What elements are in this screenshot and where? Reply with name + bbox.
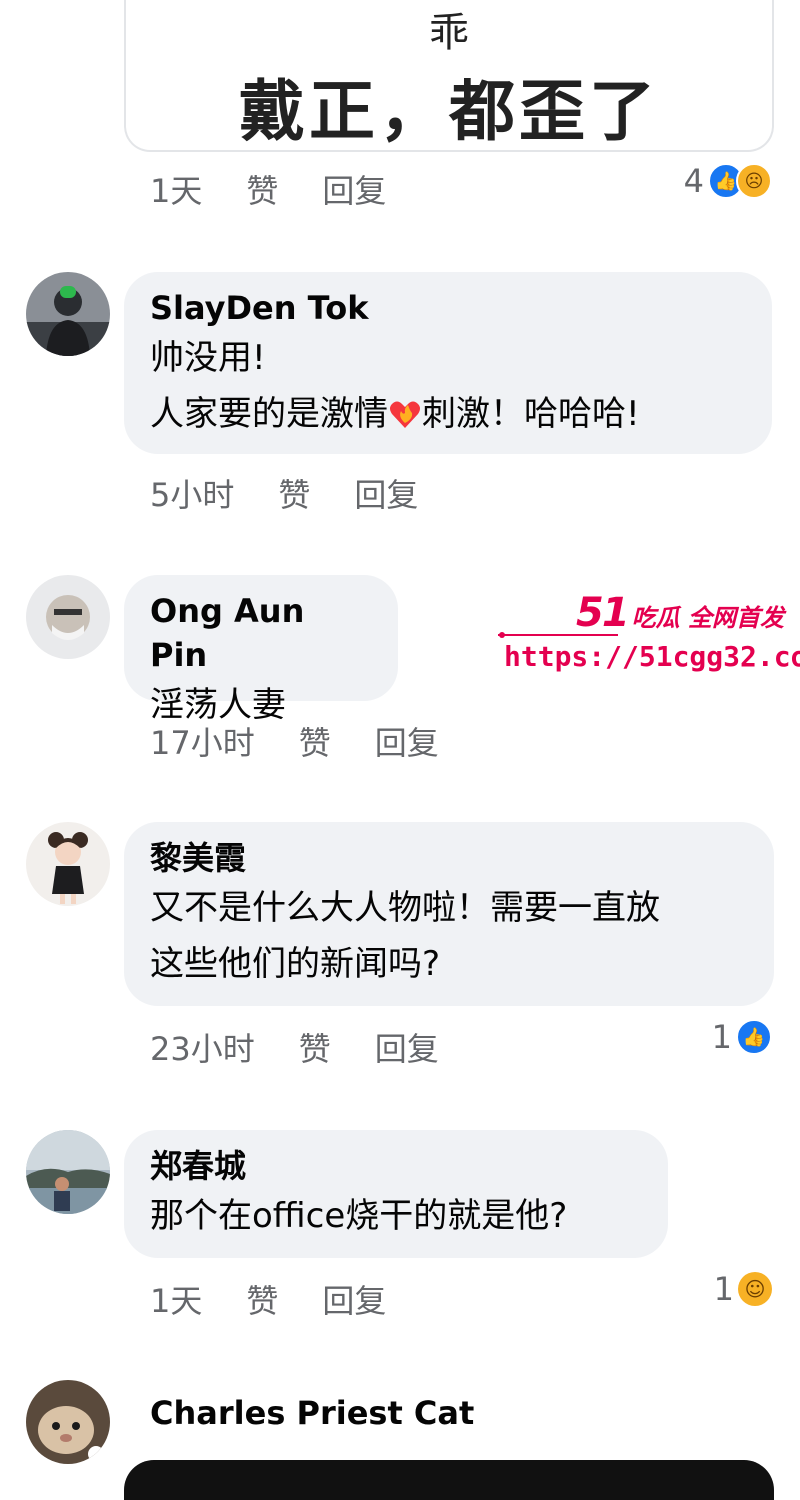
comment-meta: 23小时 赞 回复 xyxy=(150,1024,439,1070)
image-caption-line2: 戴正，都歪了 xyxy=(239,73,659,150)
reaction-summary[interactable]: 1 👍 xyxy=(712,1018,772,1056)
watermark-url: https://51cgg32.com xyxy=(504,640,800,673)
reaction-count: 4 xyxy=(683,162,704,200)
reaction-summary[interactable]: 4 👍 ☹ xyxy=(684,162,772,200)
avatar[interactable] xyxy=(26,272,110,356)
comment-bubble: 郑春城 那个在office烧干的就是他? xyxy=(124,1130,668,1258)
comment-author[interactable]: 黎美霞 xyxy=(150,836,748,880)
comment-time: 5小时 xyxy=(150,476,235,514)
reply-button[interactable]: 回复 xyxy=(322,1276,386,1322)
comment-text-line2a: 人家要的是激情 xyxy=(150,394,388,434)
comment-text-line2b: 刺激！哈哈哈! xyxy=(422,394,640,434)
watermark-logo-number: 51 xyxy=(576,590,630,636)
avatar[interactable] xyxy=(26,575,110,659)
image-caption-line1: 乖 xyxy=(429,10,469,56)
reply-button[interactable]: 回复 xyxy=(375,718,439,764)
comment-meta: 1天 赞 回复 xyxy=(150,166,386,212)
comment-meta: 1天 赞 回复 xyxy=(150,1276,386,1322)
comment-author[interactable]: Charles Priest Cat xyxy=(150,1394,474,1432)
comment-meta: 17小时 赞 回复 xyxy=(150,718,439,764)
heart-on-fire-icon xyxy=(390,401,420,428)
watermark: 51 吃瓜 全网首发 https://51cgg32.com xyxy=(498,590,800,690)
comment-text: 那个在office烧干的就是他? xyxy=(150,1196,568,1236)
reaction-count: 1 xyxy=(711,1018,732,1056)
comment-time: 23小时 xyxy=(150,1030,255,1068)
watermark-logo: 51 吃瓜 全网首发 xyxy=(576,590,784,636)
comment-bubble: SlayDen Tok 帅没用! 人家要的是激情 刺激！哈哈哈! xyxy=(124,272,772,454)
sad-icon: ☹ xyxy=(736,163,772,199)
watermark-logo-text: 吃瓜 全网首发 xyxy=(631,604,785,632)
comment-time: 17小时 xyxy=(150,724,255,762)
comment-image[interactable] xyxy=(124,1460,774,1500)
comment-time: 1天 xyxy=(150,1282,203,1320)
comment-time: 1天 xyxy=(150,172,203,210)
comment-author[interactable]: SlayDen Tok xyxy=(150,286,746,330)
reaction-summary[interactable]: 1 ☺ xyxy=(714,1270,772,1308)
like-button[interactable]: 赞 xyxy=(299,1024,331,1070)
like-button[interactable]: 赞 xyxy=(246,1276,278,1322)
avatar[interactable] xyxy=(26,1380,110,1464)
comment-author[interactable]: 郑春城 xyxy=(150,1144,642,1188)
like-button[interactable]: 赞 xyxy=(299,718,331,764)
reply-button[interactable]: 回复 xyxy=(322,166,386,212)
comment-image[interactable]: 乖 戴正，都歪了 xyxy=(124,0,774,152)
like-icon: 👍 xyxy=(736,1019,772,1055)
like-button[interactable]: 赞 xyxy=(278,470,310,516)
reply-button[interactable]: 回复 xyxy=(354,470,418,516)
comment-author[interactable]: Ong Aun Pin xyxy=(150,589,372,677)
comment-text-line1: 帅没用! xyxy=(150,338,266,378)
comment-text: 帅没用! 人家要的是激情 刺激！哈哈哈! xyxy=(150,330,746,442)
comment-meta: 5小时 赞 回复 xyxy=(150,470,418,516)
comment-bubble: 黎美霞 又不是什么大人物啦！需要一直放 这些他们的新闻吗? xyxy=(124,822,774,1006)
watermark-streak xyxy=(498,632,618,638)
comment-text: 又不是什么大人物啦！需要一直放 这些他们的新闻吗? xyxy=(150,888,660,984)
avatar[interactable] xyxy=(26,1130,110,1214)
avatar[interactable] xyxy=(26,822,110,906)
reaction-count: 1 xyxy=(713,1270,734,1308)
reply-button[interactable]: 回复 xyxy=(375,1024,439,1070)
haha-icon: ☺ xyxy=(738,1272,772,1306)
like-button[interactable]: 赞 xyxy=(246,166,278,212)
comment-bubble: Ong Aun Pin 淫荡人妻 xyxy=(124,575,398,725)
